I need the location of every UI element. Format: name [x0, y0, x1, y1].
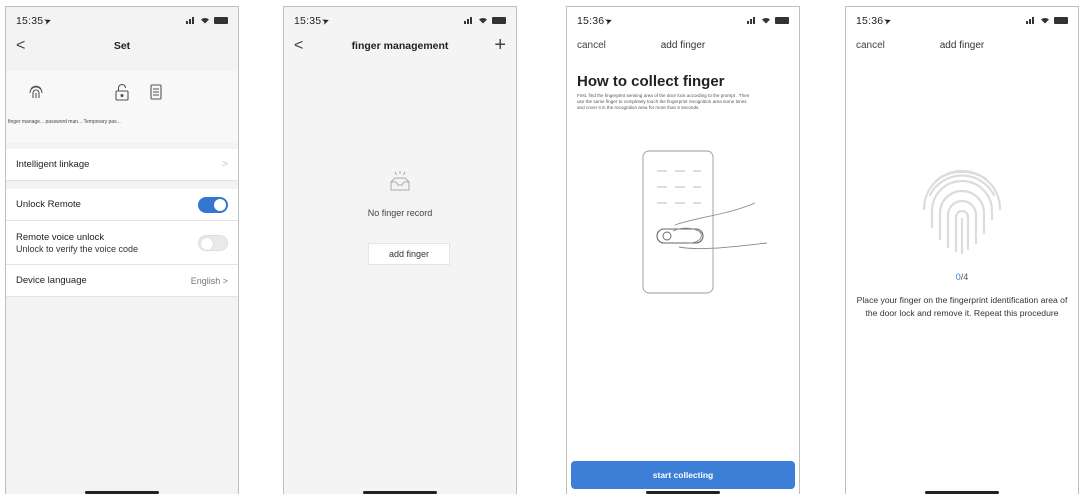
screen-settings: 15:35➤ < Set finger manage... password m… — [5, 6, 239, 494]
guide-heading: How to collect finger — [577, 73, 725, 90]
signal-icon — [1026, 16, 1036, 24]
door-lock-illustration — [642, 150, 768, 294]
row-intelligent-linkage[interactable]: Intelligent linkage > — [6, 149, 238, 181]
signal-icon — [464, 16, 474, 24]
empty-message: No finger record — [367, 208, 433, 218]
battery-icon — [492, 16, 506, 24]
screen-add-finger-progress: 15:36➤ cancel add finger 0/4 Place your … — [845, 6, 1079, 494]
finger-management-shortcut[interactable] — [6, 83, 66, 101]
row-label: Device language — [16, 275, 87, 286]
quick-action-labels: finger manage... password man... Tempora… — [8, 119, 121, 125]
battery-icon — [214, 16, 228, 24]
screen-add-finger-guide: 15:36➤ cancel add finger How to collect … — [566, 6, 800, 494]
fingerprint-icon — [29, 85, 43, 98]
scan-progress-counter: 0/4 — [846, 272, 1078, 282]
status-bar: 15:36➤ — [577, 15, 789, 29]
language-value: English > — [190, 275, 228, 286]
location-arrow-icon: ➤ — [882, 15, 894, 28]
status-bar: 15:35➤ — [294, 15, 506, 29]
nav-bar: < Set — [6, 37, 238, 59]
row-device-language[interactable]: Device language English > — [6, 265, 238, 297]
nav-bar: cancel add finger — [846, 37, 1078, 59]
wifi-icon — [1041, 17, 1049, 24]
page-title: add finger — [939, 40, 985, 51]
row-unlock-remote: Unlock Remote — [6, 189, 238, 221]
location-arrow-icon: ➤ — [320, 15, 332, 28]
location-arrow-icon: ➤ — [42, 15, 54, 28]
guide-description: First, find the fingerprint sensing area… — [577, 93, 750, 110]
remote-voice-unlock-toggle[interactable] — [198, 234, 228, 251]
signal-icon — [747, 16, 757, 24]
row-label: Remote voice unlock — [16, 231, 105, 243]
status-time: 15:36➤ — [577, 15, 615, 28]
scan-instruction: Place your finger on the fingerprint ide… — [856, 295, 1068, 318]
calendar-icon — [150, 84, 162, 100]
signal-icon — [186, 16, 196, 24]
start-collecting-button[interactable]: start collecting — [571, 461, 795, 489]
status-time: 15:35➤ — [294, 15, 332, 28]
unlock-remote-toggle[interactable] — [198, 196, 228, 213]
battery-icon — [775, 16, 789, 24]
battery-icon — [1054, 16, 1068, 24]
row-label: Unlock Remote — [16, 199, 81, 210]
row-label: Intelligent linkage — [16, 159, 90, 170]
status-bar: 15:35➤ — [16, 15, 228, 29]
add-icon[interactable]: + — [494, 34, 506, 57]
status-bar: 15:36➤ — [856, 15, 1068, 29]
empty-state: No finger record — [284, 169, 516, 218]
empty-inbox-icon — [390, 171, 410, 191]
settings-group-unlock: Unlock Remote Remote voice unlock Unlock… — [6, 189, 238, 297]
wifi-icon — [762, 17, 770, 24]
nav-bar: < finger management + — [284, 34, 516, 59]
fingerprint-icon — [922, 169, 1002, 255]
wifi-icon — [201, 17, 209, 24]
settings-group-linkage: Intelligent linkage > — [6, 149, 238, 181]
temporary-password-shortcut[interactable] — [126, 83, 186, 101]
row-sublabel: Unlock to verify the voice code — [16, 243, 139, 254]
page-title: Set — [113, 40, 131, 52]
status-time: 15:36➤ — [856, 15, 894, 28]
page-title: add finger — [660, 40, 706, 51]
status-time: 15:35➤ — [16, 15, 54, 28]
quick-actions: finger manage... password man... Tempora… — [6, 71, 238, 143]
nav-bar: cancel add finger — [567, 37, 799, 59]
scan-count-total: /4 — [960, 272, 969, 282]
screen-finger-management: 15:35➤ < finger management + No finger r… — [283, 6, 517, 494]
wifi-icon — [479, 17, 487, 24]
row-remote-voice-unlock: Remote voice unlock Unlock to verify the… — [6, 221, 238, 265]
page-title: finger management — [351, 40, 449, 52]
add-finger-button[interactable]: add finger — [368, 243, 450, 265]
location-arrow-icon: ➤ — [603, 15, 615, 28]
chevron-right-icon: > — [222, 159, 228, 170]
